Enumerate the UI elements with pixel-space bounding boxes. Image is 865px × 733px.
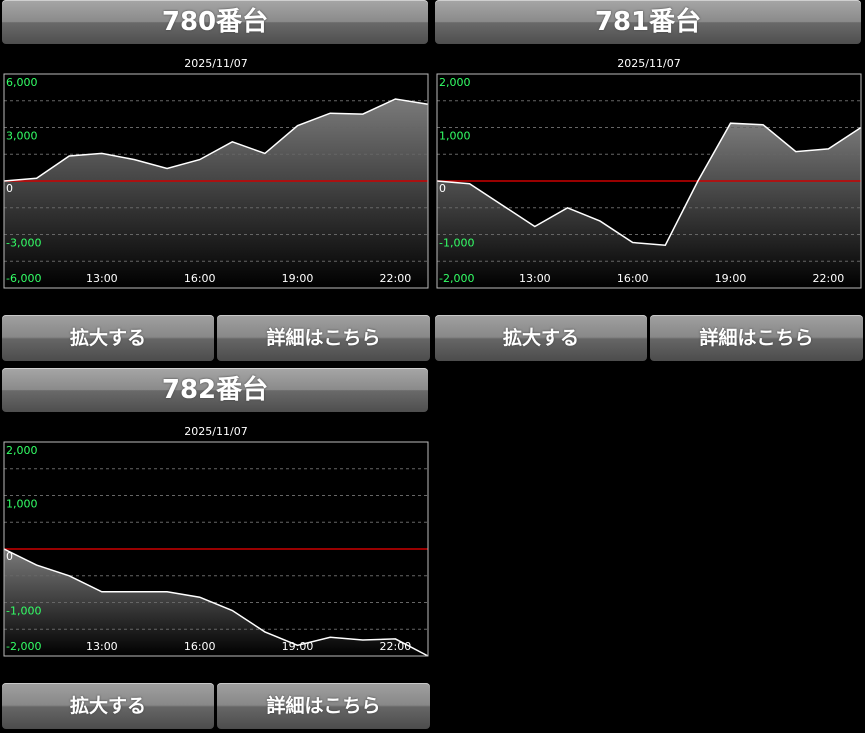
y-tick-label: 1,000 <box>439 130 471 143</box>
y-tick-label: -1,000 <box>6 605 41 618</box>
x-tick-label: 22:00 <box>380 640 412 653</box>
x-tick-label: 22:00 <box>380 272 412 285</box>
y-tick-label: 0 <box>6 550 13 563</box>
chart-date: 2025/11/07 <box>184 57 247 70</box>
y-tick-label: 3,000 <box>6 130 38 143</box>
machine-panel-781: 781番台 2025/11/07 2,000 1,000 0 -1,000 -2,000 1… <box>433 0 863 365</box>
slump-chart: 2025/11/07 2,000 1,000 0 -1,000 -2,000 13:00 16… <box>436 57 862 289</box>
detail-button[interactable]: 詳細はこちら <box>650 315 863 361</box>
y-tick-label: -2,000 <box>439 272 474 285</box>
machine-title: 780番台 <box>2 0 428 44</box>
x-tick-label: 16:00 <box>617 272 649 285</box>
x-tick-label: 13:00 <box>519 272 551 285</box>
y-tick-label: 2,000 <box>6 444 38 457</box>
y-tick-label: 0 <box>6 182 13 195</box>
slump-chart: 2025/11/07 6,000 3,000 0 -3,000 -6,000 13:00 16… <box>3 57 429 289</box>
x-tick-label: 22:00 <box>813 272 845 285</box>
detail-button[interactable]: 詳細はこちら <box>217 683 430 729</box>
y-tick-label: 1,000 <box>6 498 38 511</box>
y-tick-label: 0 <box>439 182 446 195</box>
y-tick-label: -3,000 <box>6 237 41 250</box>
x-tick-label: 19:00 <box>282 272 314 285</box>
x-tick-label: 19:00 <box>715 272 747 285</box>
y-tick-label: 2,000 <box>439 76 471 89</box>
zoom-button[interactable]: 拡大する <box>435 315 647 361</box>
zoom-button[interactable]: 拡大する <box>2 315 214 361</box>
detail-button[interactable]: 詳細はこちら <box>217 315 430 361</box>
chart-date: 2025/11/07 <box>617 57 680 70</box>
y-tick-label: -1,000 <box>439 237 474 250</box>
slump-chart: 2025/11/07 2,000 1,000 0 -1,000 -2,000 13:00 16… <box>3 425 429 657</box>
machine-panel-780: 780番台 2025/11/07 6,000 3,000 0 -3,000 -6,000 1… <box>0 0 430 365</box>
y-tick-label: -2,000 <box>6 640 41 653</box>
x-tick-label: 13:00 <box>86 272 118 285</box>
machine-title: 781番台 <box>435 0 861 44</box>
series-area <box>437 123 861 288</box>
y-tick-label: -6,000 <box>6 272 41 285</box>
machine-panel-782: 782番台 2025/11/07 2,000 1,000 0 -1,000 -2,000 1… <box>0 368 430 733</box>
x-tick-label: 19:00 <box>282 640 314 653</box>
x-tick-label: 16:00 <box>184 272 216 285</box>
machine-title: 782番台 <box>2 368 428 412</box>
x-tick-label: 16:00 <box>184 640 216 653</box>
x-tick-label: 13:00 <box>86 640 118 653</box>
chart-date: 2025/11/07 <box>184 425 247 438</box>
y-tick-label: 6,000 <box>6 76 38 89</box>
zoom-button[interactable]: 拡大する <box>2 683 214 729</box>
